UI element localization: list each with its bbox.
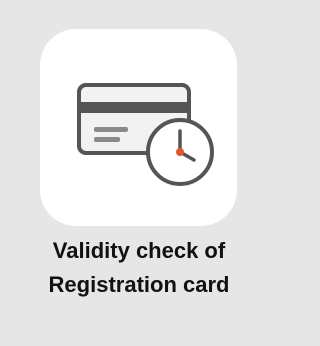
app-tile-validity-check[interactable]: Validity check of Registration card bbox=[0, 0, 278, 346]
clock-center-dot bbox=[176, 148, 184, 156]
registration-card-clock-icon bbox=[77, 83, 214, 186]
card-text-line bbox=[94, 127, 128, 132]
app-tile-label-line2: Registration card bbox=[48, 272, 230, 297]
card-text-line bbox=[94, 137, 120, 142]
app-tile-label: Validity check of Registration card bbox=[0, 234, 278, 302]
app-tile-label-line1: Validity check of bbox=[52, 238, 226, 263]
card-stripe bbox=[81, 102, 187, 113]
app-icon-tile[interactable] bbox=[40, 29, 237, 226]
